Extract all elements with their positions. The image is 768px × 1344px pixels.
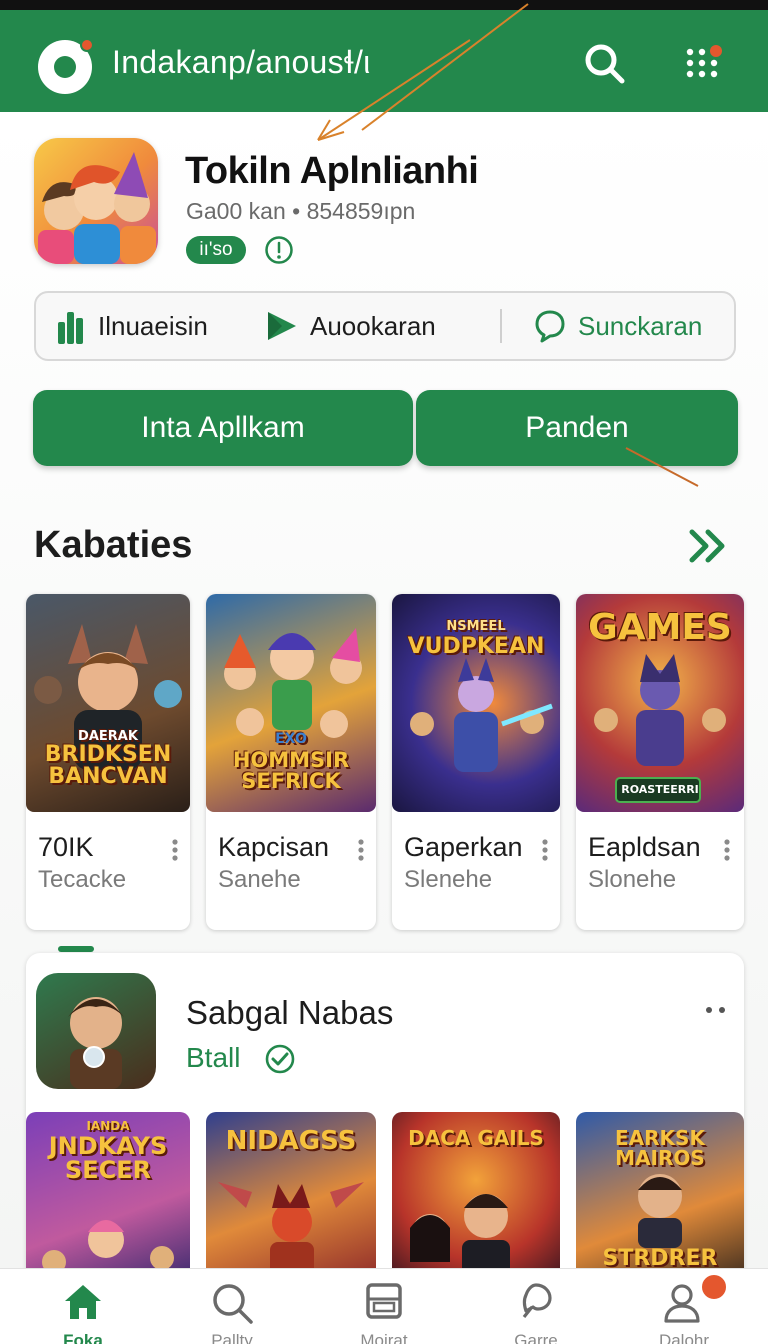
app-icon[interactable] (34, 138, 158, 264)
status-bar (0, 0, 768, 10)
art-kicker: NSMEEL (446, 619, 506, 634)
segment-divider (500, 309, 502, 343)
nav-profile[interactable]: Dalohr (614, 1269, 754, 1344)
game-title: Gaperkan (404, 832, 523, 862)
app-title: Tokiln Aplnlianhi (185, 150, 479, 192)
app-stats-bar: Ilnuaeisin Auookaran Sunckaran (34, 291, 736, 361)
app-bar-title: Indakanp/anousɬ/ι (112, 44, 371, 80)
segment-chat[interactable]: Sunckaran (534, 293, 702, 359)
app-subtitle: Ga00 kan • 854859ıpn (186, 198, 416, 224)
bars-icon (58, 312, 83, 344)
segment-ratings[interactable]: Ilnuaeisin (56, 293, 208, 359)
nav-label: Dalohr (658, 1331, 710, 1344)
featured-title: Sabgal Nabas (186, 994, 394, 1031)
app-bar: Indakanp/anousɬ/ι (0, 10, 768, 112)
nav-library[interactable]: Moirat (314, 1269, 454, 1344)
notification-dot (80, 38, 94, 52)
more-horiz-icon[interactable] (704, 1004, 728, 1016)
logo-icon[interactable] (38, 38, 94, 94)
home-icon (65, 1285, 101, 1319)
library-icon (366, 1283, 402, 1319)
game-card[interactable]: GAMES ROASTEERRI Eapldsan Slonehe (576, 594, 744, 930)
nav-label: Garre (514, 1331, 558, 1344)
nav-games[interactable]: Garre (466, 1269, 606, 1344)
game-card-artwork: EXO HOMMSIR SEFRICK (206, 594, 376, 812)
info-icon[interactable] (264, 235, 294, 265)
game-card[interactable]: DAERAK BRIDKSEN BANCVAN 70IK Tecacke (26, 594, 190, 930)
nav-label: Pallty (211, 1331, 253, 1344)
nav-home[interactable]: Foka (13, 1269, 153, 1344)
featured-subtitle: Btall (186, 1042, 241, 1073)
featured-app-icon[interactable] (36, 973, 156, 1089)
game-card-artwork: NSMEEL VUDPKEAN (392, 594, 560, 812)
art-kicker: EXO (275, 731, 307, 747)
featured-game-card[interactable]: DACA GAILS (392, 1112, 560, 1282)
nav-search[interactable]: Pallty (162, 1269, 302, 1344)
more-vert-icon[interactable] (540, 838, 550, 862)
more-vert-icon[interactable] (356, 838, 366, 862)
featured-game-card[interactable]: IANDA JNDKAYS SECER (26, 1112, 190, 1282)
game-card[interactable]: EXO HOMMSIR SEFRICK Kapcisan Sanehe (206, 594, 376, 930)
art-title: GAMES (588, 607, 732, 648)
art-kicker: ROASTEERRI (621, 783, 699, 796)
nav-label: Moirat (360, 1331, 408, 1344)
art-title: VUDPKEAN (407, 634, 545, 659)
featured-game-card[interactable]: NIDAGSS (206, 1112, 376, 1282)
game-subtitle: Tecacke (38, 866, 127, 893)
age-rating-badge: iı'so (186, 236, 246, 264)
art-kicker: STRDRER (602, 1246, 718, 1271)
segment-label: Sunckaran (578, 310, 703, 341)
notification-badge (700, 1273, 728, 1301)
verified-check-icon (265, 1044, 295, 1074)
play-icon (268, 312, 296, 340)
menu-dots-icon (686, 45, 722, 78)
search-button[interactable] (580, 40, 628, 88)
game-card[interactable]: NSMEEL VUDPKEAN Gaperkan Slenehe (392, 594, 560, 930)
section-title: Kabaties (34, 524, 193, 566)
game-subtitle: Slonehe (588, 866, 677, 893)
segment-label: Auookaran (310, 310, 436, 341)
segment-play[interactable]: Auookaran (264, 293, 436, 359)
game-card-artwork: DAERAK BRIDKSEN BANCVAN (26, 594, 190, 812)
nav-label: Foka (63, 1331, 103, 1344)
game-title: 70IK (38, 832, 94, 862)
bottom-navigation: Foka Pallty Moirat Garre Dalohr (0, 1268, 768, 1344)
segment-label: Ilnuaeisin (98, 310, 208, 341)
game-title: Kapcisan (218, 832, 330, 862)
panel-indicator (58, 946, 94, 952)
menu-button[interactable] (680, 40, 730, 88)
search-icon (585, 44, 625, 84)
game-subtitle: Sanehe (218, 866, 301, 893)
game-subtitle: Slenehe (404, 866, 493, 893)
art-title: BRIDKSEN BANCVAN (44, 742, 172, 789)
games-icon (522, 1283, 552, 1318)
install-button[interactable]: Inta Apllkam (33, 390, 413, 466)
search-icon (213, 1284, 253, 1324)
double-chevron-right-icon[interactable] (688, 528, 728, 564)
game-card-artwork: GAMES ROASTEERRI (576, 594, 744, 812)
game-title: Eapldsan (588, 832, 701, 862)
secondary-action-button[interactable]: Panden (416, 390, 738, 466)
more-vert-icon[interactable] (722, 838, 732, 862)
featured-game-card[interactable]: EARKSK MAIROS STRDRER (576, 1112, 744, 1282)
art-title: HOMMSIR SEFRICK (232, 748, 350, 793)
chat-icon (535, 310, 565, 343)
more-vert-icon[interactable] (170, 838, 180, 862)
